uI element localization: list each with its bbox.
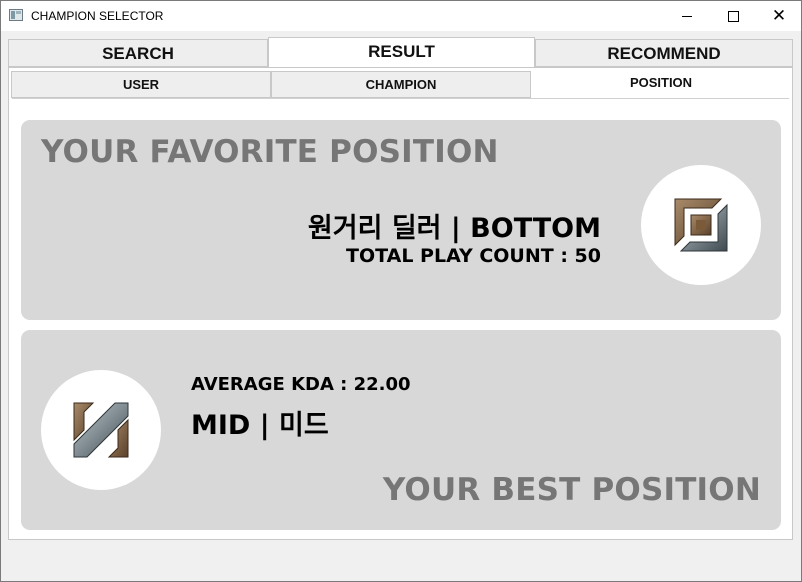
minimize-button[interactable] — [664, 1, 710, 31]
window-title: CHAMPION SELECTOR — [31, 9, 164, 23]
mid-lane-icon — [73, 402, 129, 458]
tab-position[interactable]: POSITION — [531, 70, 791, 99]
best-position-heading: YOUR BEST POSITION — [382, 472, 761, 508]
main-tab-bar: SEARCH RECOMMEND RESULT — [8, 37, 793, 68]
minimize-icon — [682, 15, 692, 17]
sub-tab-bar: USER CHAMPION POSITION — [11, 70, 791, 99]
favorite-position-badge — [641, 165, 761, 285]
best-position-badge — [41, 370, 161, 490]
app-icon — [9, 9, 23, 21]
tab-search[interactable]: SEARCH — [8, 39, 268, 67]
title-bar[interactable]: CHAMPION SELECTOR ✕ — [1, 1, 801, 31]
favorite-position-heading: YOUR FAVORITE POSITION — [41, 134, 499, 170]
tab-recommend[interactable]: RECOMMEND — [535, 39, 793, 67]
position-content: YOUR FAVORITE POSITION 원거리 딜러 | BOTTOM T… — [12, 98, 789, 538]
tab-champion[interactable]: CHAMPION — [271, 71, 531, 98]
total-play-count: TOTAL PLAY COUNT : 50 — [346, 245, 601, 267]
favorite-position-card: YOUR FAVORITE POSITION 원거리 딜러 | BOTTOM T… — [21, 120, 781, 320]
app-window: CHAMPION SELECTOR ✕ SEARCH RECOMMEND RES… — [0, 0, 802, 582]
tab-result[interactable]: RESULT — [268, 37, 535, 68]
close-button[interactable]: ✕ — [756, 1, 802, 31]
best-position-card: AVERAGE KDA : 22.00 MID | 미드 YOUR BEST P… — [21, 330, 781, 530]
maximize-button[interactable] — [710, 1, 756, 31]
close-icon: ✕ — [771, 5, 787, 26]
best-position-name: MID | 미드 — [191, 410, 329, 441]
tab-user[interactable]: USER — [11, 71, 271, 98]
result-panel: USER CHAMPION POSITION YOUR FAVORITE POS… — [8, 67, 793, 540]
bottom-lane-icon — [674, 198, 728, 252]
average-kda: AVERAGE KDA : 22.00 — [191, 374, 411, 395]
favorite-position-name: 원거리 딜러 | BOTTOM — [307, 213, 601, 244]
maximize-icon — [727, 10, 739, 22]
